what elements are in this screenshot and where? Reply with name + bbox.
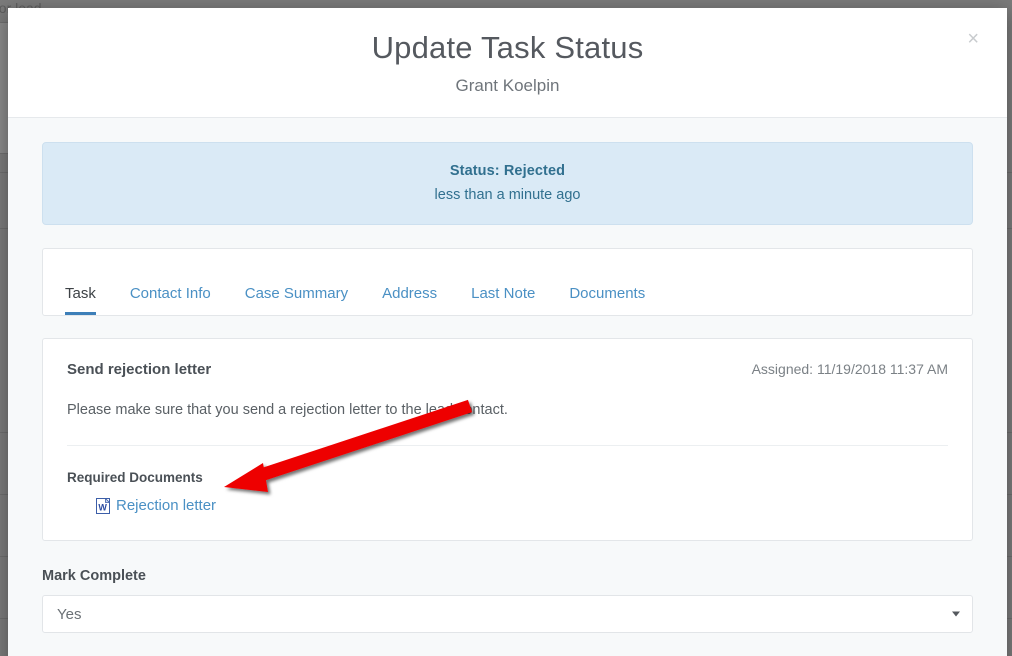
page-title: Update Task Status — [371, 30, 644, 65]
task-header-row: Send rejection letter Assigned: 11/19/20… — [67, 361, 948, 378]
task-card: Send rejection letter Assigned: 11/19/20… — [42, 338, 973, 541]
card-divider — [67, 445, 948, 446]
status-banner: Status: Rejected less than a minute ago — [42, 142, 973, 225]
close-icon[interactable]: × — [961, 25, 985, 53]
mark-complete-select[interactable]: Yes — [42, 595, 973, 633]
document-link-rejection-letter[interactable]: Rejection letter — [116, 497, 216, 514]
status-timestamp: less than a minute ago — [434, 187, 581, 203]
task-assigned-date: Assigned: 11/19/2018 11:37 AM — [751, 361, 948, 377]
update-task-status-modal: Update Task Status Grant Koelpin × Statu… — [8, 8, 1007, 656]
task-title: Send rejection letter — [67, 361, 212, 378]
mark-complete-value: Yes — [57, 605, 82, 623]
word-document-icon: W — [96, 497, 111, 514]
tab-contact-info[interactable]: Contact Info — [130, 286, 229, 315]
modal-subtitle: Grant Koelpin — [455, 76, 560, 95]
tab-last-note[interactable]: Last Note — [471, 286, 553, 315]
tab-documents[interactable]: Documents — [569, 286, 663, 315]
tab-bar: Task Contact Info Case Summary Address L… — [53, 249, 962, 315]
modal-header: Update Task Status Grant Koelpin × — [8, 8, 1007, 118]
tab-task[interactable]: Task — [65, 286, 114, 315]
mark-complete-label: Mark Complete — [42, 568, 146, 584]
screenshot-root: ct or lead Update Task Status Grant Koel… — [0, 0, 1012, 656]
mark-complete-select-wrapper: Yes — [42, 595, 973, 633]
svg-text:W: W — [98, 502, 107, 512]
tab-address[interactable]: Address — [382, 286, 455, 315]
task-description: Please make sure that you send a rejecti… — [67, 402, 508, 418]
modal-body: Status: Rejected less than a minute ago … — [8, 142, 1007, 656]
list-item[interactable]: W Rejection letter — [67, 497, 948, 514]
required-documents-label: Required Documents — [67, 470, 203, 485]
tabs-card: Task Contact Info Case Summary Address L… — [42, 248, 973, 316]
status-badge: Status: Rejected — [449, 163, 566, 179]
tab-case-summary[interactable]: Case Summary — [245, 286, 366, 315]
